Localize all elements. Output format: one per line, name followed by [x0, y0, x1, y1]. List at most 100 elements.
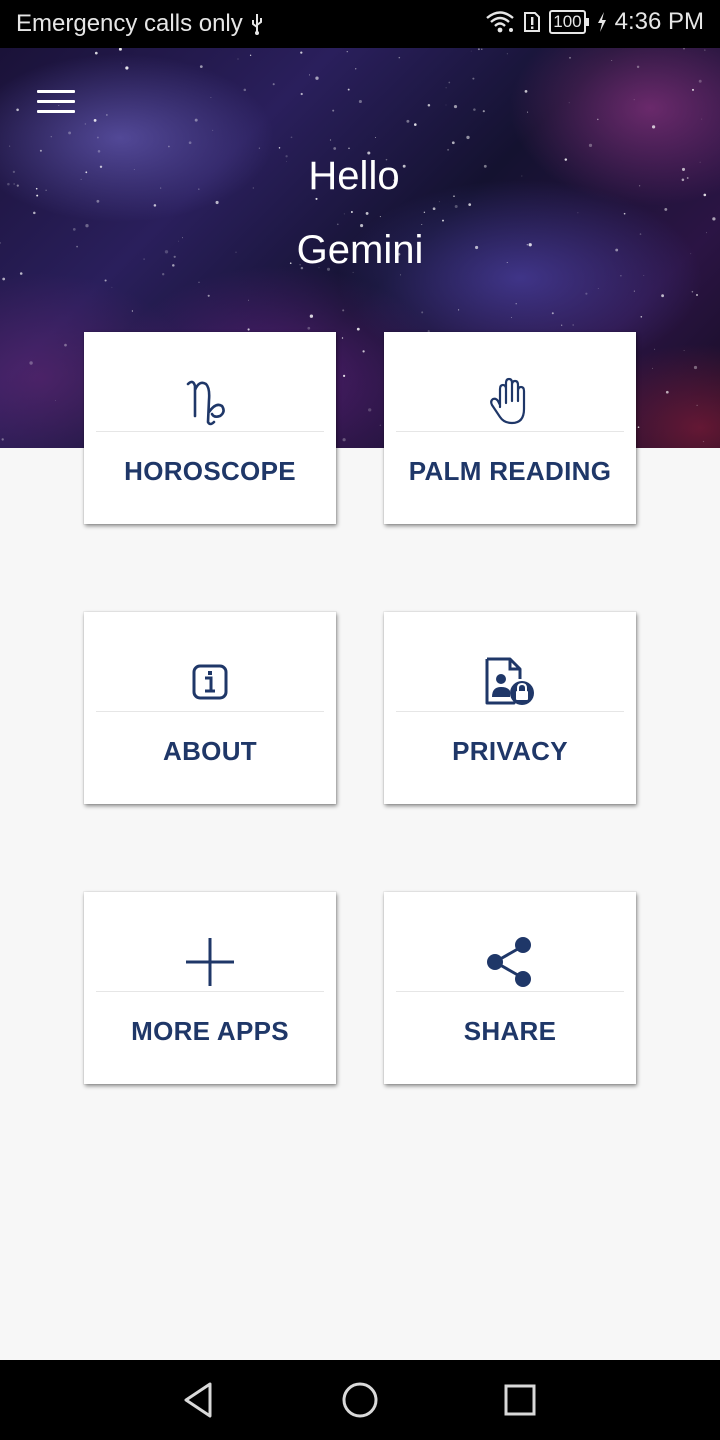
privacy-button[interactable]: PRIVACY	[384, 612, 636, 804]
star	[481, 48, 483, 50]
star	[168, 145, 170, 148]
clock: 4:36 PM	[614, 8, 704, 35]
star	[188, 141, 192, 145]
star	[85, 224, 89, 228]
star	[210, 97, 212, 98]
star	[652, 367, 653, 369]
star	[332, 109, 335, 112]
plus-icon	[84, 934, 336, 990]
star	[300, 92, 303, 96]
star	[365, 211, 369, 215]
star	[454, 205, 458, 208]
home-button[interactable]	[340, 1380, 380, 1420]
star	[620, 275, 622, 277]
hand-icon	[384, 374, 636, 430]
star	[300, 51, 303, 54]
star	[1, 438, 4, 441]
back-button[interactable]	[180, 1380, 220, 1420]
star	[453, 105, 458, 109]
star	[623, 212, 626, 215]
greeting-text: Hello	[308, 154, 400, 198]
star	[342, 438, 346, 442]
star	[442, 219, 444, 222]
star	[696, 294, 698, 296]
star	[664, 207, 668, 211]
star	[691, 290, 694, 293]
home-icon	[342, 1382, 378, 1418]
star	[654, 348, 656, 350]
zodiac-sign-text: Gemini	[296, 228, 424, 272]
battery-icon: 100	[549, 10, 589, 34]
star	[374, 136, 376, 138]
star	[118, 48, 122, 51]
star	[524, 90, 528, 93]
star	[692, 88, 694, 91]
star	[398, 56, 401, 59]
star	[451, 141, 455, 145]
about-label: ABOUT	[163, 736, 257, 766]
horoscope-label: HOROSCOPE	[124, 456, 296, 486]
back-icon	[184, 1382, 212, 1418]
star	[572, 324, 574, 326]
star	[696, 404, 698, 407]
star	[588, 143, 593, 148]
star	[329, 139, 332, 141]
star	[585, 292, 588, 295]
palm-reading-label: PALM READING	[408, 456, 612, 486]
star	[448, 81, 451, 84]
privacy-label: PRIVACY	[452, 736, 568, 766]
star	[247, 299, 249, 301]
star	[247, 328, 250, 331]
star	[237, 58, 239, 60]
star	[406, 119, 410, 123]
star	[633, 99, 635, 101]
star	[315, 76, 319, 80]
system-nav-bar	[0, 1360, 720, 1440]
star	[637, 426, 640, 429]
star	[39, 149, 42, 152]
star	[212, 129, 214, 131]
star	[96, 136, 99, 139]
star	[309, 314, 314, 318]
star	[249, 54, 252, 56]
star	[698, 79, 702, 83]
carrier-text: Emergency calls only	[16, 10, 243, 37]
hamburger-menu-button[interactable]	[30, 86, 82, 126]
recents-button[interactable]	[500, 1380, 540, 1420]
more-apps-button[interactable]: MORE APPS	[84, 892, 336, 1084]
star	[702, 440, 705, 443]
star	[651, 125, 656, 129]
star	[333, 147, 337, 150]
star	[432, 207, 436, 211]
star	[29, 361, 33, 365]
star	[342, 309, 345, 312]
star	[400, 274, 402, 276]
share-button[interactable]: SHARE	[384, 892, 636, 1084]
star	[445, 104, 447, 106]
usb-icon	[251, 14, 262, 35]
star	[421, 311, 424, 314]
star	[712, 217, 716, 221]
star	[309, 74, 311, 76]
palm-reading-button[interactable]: PALM READING	[384, 332, 636, 524]
battery-level: 100	[553, 12, 582, 31]
sim-alert-icon	[524, 12, 541, 32]
star	[16, 108, 19, 112]
star	[120, 62, 122, 64]
star	[198, 281, 200, 283]
star	[551, 312, 554, 315]
horoscope-button[interactable]: HOROSCOPE	[84, 332, 336, 524]
star	[2, 277, 6, 281]
star	[466, 135, 470, 140]
star	[458, 309, 460, 311]
star	[356, 327, 360, 331]
star	[64, 343, 67, 347]
about-button[interactable]: ABOUT	[84, 612, 336, 804]
star	[343, 213, 345, 215]
star	[515, 303, 517, 305]
star	[421, 223, 423, 225]
star	[472, 77, 475, 80]
more-apps-label: MORE APPS	[131, 1016, 289, 1046]
star	[701, 118, 703, 120]
star	[427, 104, 431, 107]
